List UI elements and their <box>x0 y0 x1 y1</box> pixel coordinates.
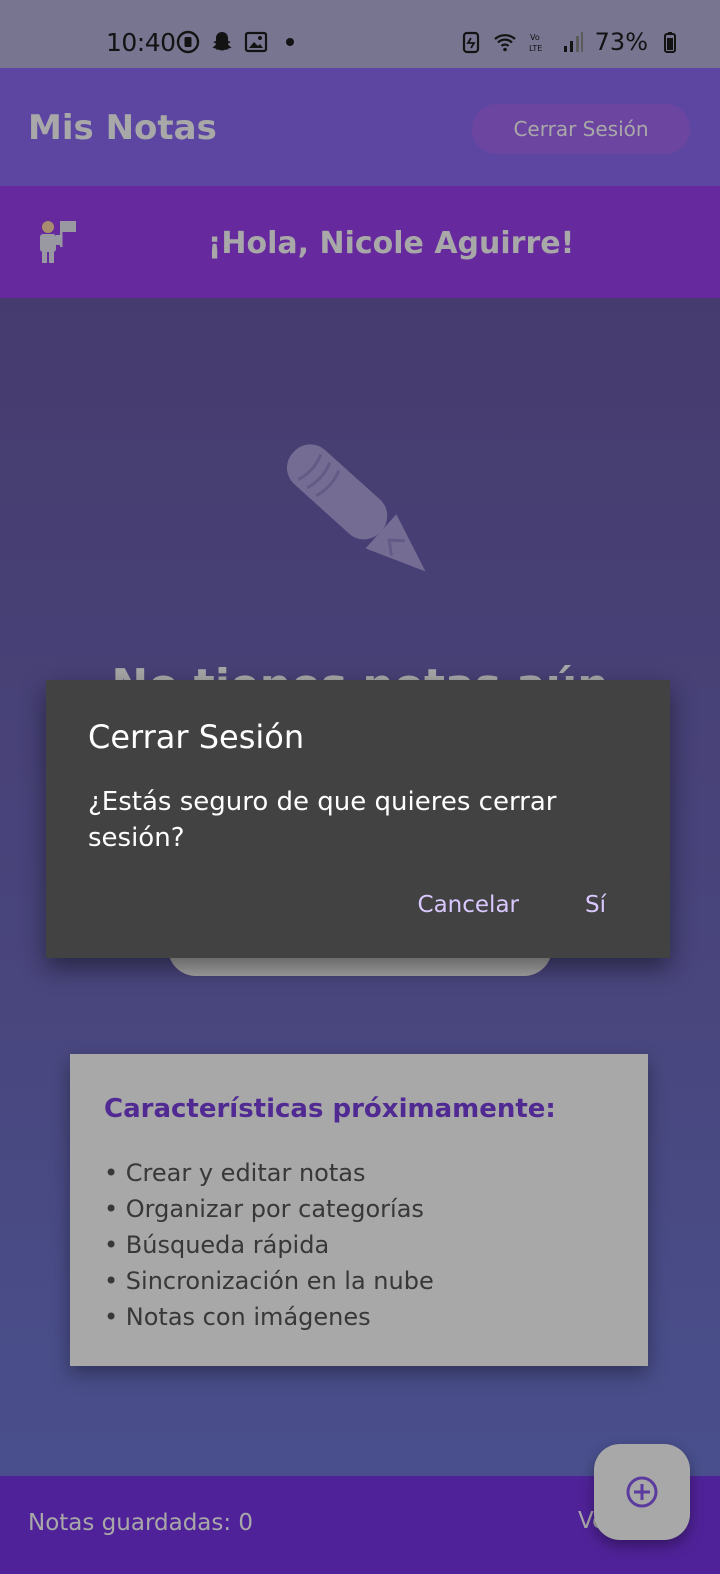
dialog-message: ¿Estás seguro de que quieres cerrar sesi… <box>88 787 557 853</box>
dialog-actions: Cancelar Sí <box>418 892 606 918</box>
logout-dialog: Cerrar Sesión ¿Estás seguro de que quier… <box>46 680 670 958</box>
confirm-button[interactable]: Sí <box>585 892 606 918</box>
cancel-button[interactable]: Cancelar <box>418 892 519 918</box>
dialog-title: Cerrar Sesión <box>88 718 305 756</box>
